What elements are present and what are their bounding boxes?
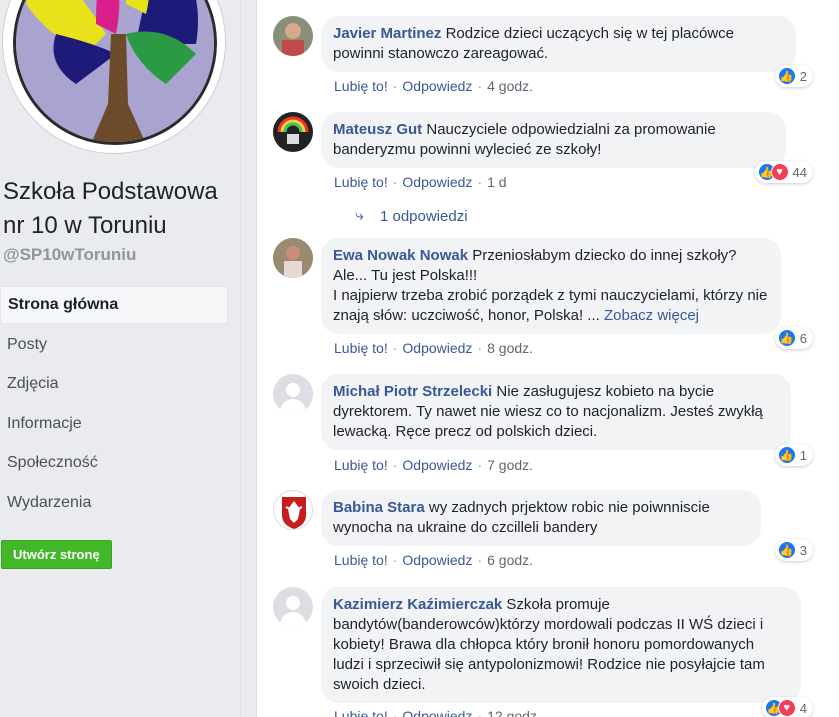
comment-actions: Lubię to! · Odpowiedz · 7 godz. [334, 457, 534, 473]
comment-bubble: Mateusz Gut Nauczyciele odpowiedzialni z… [321, 112, 786, 168]
comment-bubble: Kazimierz Kaźimierczak Szkoła promuje ba… [321, 587, 801, 703]
reply-arrow-icon: ⤷ [355, 207, 364, 224]
heart-icon: ♥ [777, 699, 796, 717]
reply-link[interactable]: Odpowiedz [402, 552, 472, 568]
reaction-count: 6 [799, 330, 807, 346]
page-handle[interactable]: @SP10wToruniu [3, 245, 136, 265]
reaction-count: 3 [799, 542, 807, 558]
default-avatar-icon[interactable] [273, 587, 313, 627]
comment-bubble: Javier Martinez Rodzice dzieci uczących … [321, 16, 796, 72]
comment-actions: Lubię to! · Odpowiedz · 4 godz. [334, 78, 534, 94]
comments-feed: Javier Martinez Rodzice dzieci uczących … [256, 0, 839, 717]
heart-icon: ♥ [770, 163, 789, 181]
reaction-summary[interactable]: 👍 3 [774, 539, 813, 561]
comment-author[interactable]: Javier Martinez [333, 25, 441, 42]
reply-link[interactable]: Odpowiedz [402, 174, 472, 190]
comment-time[interactable]: 8 godz. [487, 340, 533, 356]
comment-bubble: Babina Stara wy zadnych prjektow robic n… [321, 490, 761, 546]
thumbs-up-icon: 👍 [777, 446, 796, 464]
create-page-button[interactable]: Utwórz stronę [1, 540, 112, 569]
comment-bubble: Michał Piotr Strzelecki Nie zasługujesz … [321, 374, 791, 450]
nav-item-events[interactable]: Wydarzenia [0, 484, 228, 522]
nav-item-community[interactable]: Społeczność [0, 444, 228, 482]
like-link[interactable]: Lubię to! [334, 708, 388, 717]
nav-item-about[interactable]: Informacje [0, 405, 228, 443]
reaction-count: 4 [799, 700, 807, 716]
thumbs-up-icon: 👍 [777, 67, 796, 85]
reaction-summary[interactable]: 👍 ♥ 44 [754, 161, 813, 183]
like-link[interactable]: Lubię to! [334, 174, 388, 190]
page-name[interactable]: Szkoła Podstawowa nr 10 w Toruniu [3, 175, 239, 243]
eagle-emblem-avatar[interactable] [273, 490, 313, 530]
comment-author[interactable]: Michał Piotr Strzelecki [333, 383, 492, 400]
see-more-link[interactable]: Zobacz więcej [604, 307, 699, 324]
comment-actions: Lubię to! · Odpowiedz · 12 godz. [334, 708, 541, 717]
replies-count: 1 odpowiedzi [379, 207, 468, 225]
reply-link[interactable]: Odpowiedz [402, 708, 472, 717]
comment-actions: Lubię to! · Odpowiedz · 8 godz. [334, 340, 534, 356]
comment-author[interactable]: Babina Stara [333, 499, 425, 516]
like-link[interactable]: Lubię to! [334, 340, 388, 356]
reaction-count: 1 [799, 447, 807, 463]
nav-item-photos[interactable]: Zdjęcia [0, 365, 228, 403]
reaction-summary[interactable]: 👍 1 [774, 444, 813, 466]
reaction-count: 2 [799, 68, 807, 84]
like-link[interactable]: Lubię to! [334, 552, 388, 568]
reply-link[interactable]: Odpowiedz [402, 457, 472, 473]
avatar[interactable] [273, 16, 313, 56]
page-nav: Strona główna Posty Zdjęcia Informacje S… [0, 286, 228, 523]
comment-author[interactable]: Ewa Nowak Nowak [333, 247, 468, 264]
comment-actions: Lubię to! · Odpowiedz · 1 d [334, 174, 507, 190]
comment-bubble: Ewa Nowak Nowak Przeniosłabym dziecko do… [321, 238, 781, 334]
avatar[interactable] [273, 238, 313, 278]
comment-text-continued: I najpierw trzeba zrobić porządek z tymi… [333, 287, 768, 324]
page-logo[interactable] [2, 0, 226, 154]
reply-link[interactable]: Odpowiedz [402, 78, 472, 94]
comment-time[interactable]: 6 godz. [487, 552, 533, 568]
reaction-count: 44 [792, 164, 807, 180]
comment-time[interactable]: 7 godz. [487, 457, 533, 473]
reply-link[interactable]: Odpowiedz [402, 340, 472, 356]
comment-time[interactable]: 12 godz. [487, 708, 541, 717]
comment-actions: Lubię to! · Odpowiedz · 6 godz. [334, 552, 534, 568]
comment-author[interactable]: Mateusz Gut [333, 121, 422, 138]
reaction-summary[interactable]: 👍 6 [774, 327, 813, 349]
default-avatar-icon[interactable] [273, 374, 313, 414]
thumbs-up-icon: 👍 [777, 329, 796, 347]
comment-time[interactable]: 4 godz. [487, 78, 533, 94]
reaction-summary[interactable]: 👍 2 [774, 65, 813, 87]
page-sidebar: Szkoła Podstawowa nr 10 w Toruniu @SP10w… [0, 0, 241, 717]
nav-item-posts[interactable]: Posty [0, 326, 228, 364]
view-replies-link[interactable]: ⤷ 1 odpowiedzi [355, 207, 468, 225]
like-link[interactable]: Lubię to! [334, 457, 388, 473]
logo-tree-image [13, 0, 217, 145]
comment-time[interactable]: 1 d [487, 174, 506, 190]
like-link[interactable]: Lubię to! [334, 78, 388, 94]
reaction-summary[interactable]: 👍 ♥ 4 [761, 697, 813, 717]
comment-author[interactable]: Kazimierz Kaźimierczak [333, 596, 502, 613]
avatar[interactable] [273, 112, 313, 152]
nav-item-home[interactable]: Strona główna [0, 286, 228, 324]
thumbs-up-icon: 👍 [777, 541, 796, 559]
